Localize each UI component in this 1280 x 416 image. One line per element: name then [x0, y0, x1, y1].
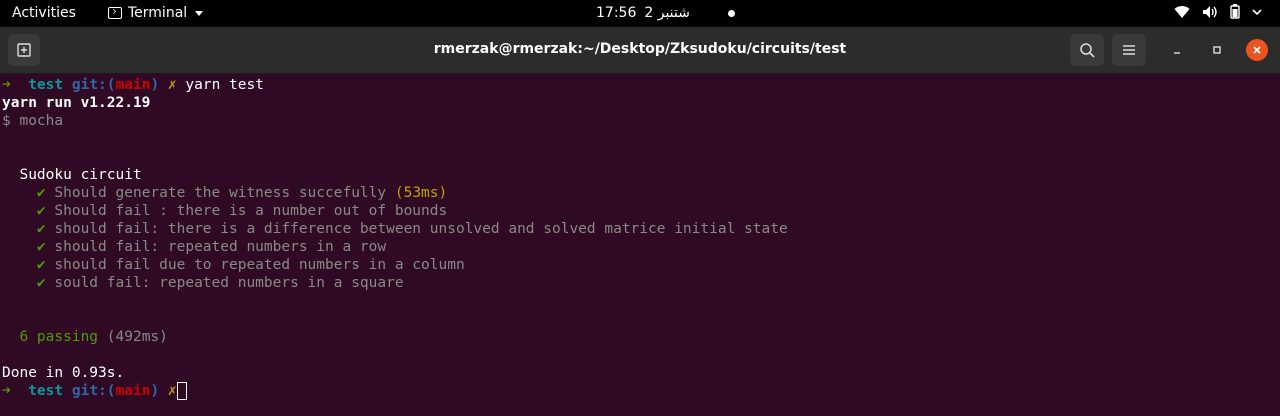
check-icon: ✔: [36, 221, 46, 237]
terminal-icon: [108, 7, 122, 19]
text-cursor: [176, 382, 187, 400]
menu-button[interactable]: [1112, 34, 1146, 66]
clock-date: 2 شتنبر: [644, 5, 690, 21]
git-close: ): [150, 383, 160, 399]
check-icon: ✔: [36, 185, 46, 201]
git-branch: main: [115, 383, 151, 399]
test-line: ✔ should fail due to repeated numbers in…: [2, 256, 465, 274]
test-line: ✔ should fail: there is a difference bet…: [2, 220, 788, 238]
test-title: Should generate the witness succefully: [54, 185, 387, 201]
test-title: sould fail: repeated numbers in a square: [54, 275, 404, 291]
app-name: Terminal: [128, 5, 188, 21]
volume-icon: [1202, 5, 1218, 25]
chevron-down-icon: [195, 10, 204, 16]
close-icon: [1253, 46, 1261, 54]
test-title: should fail due to repeated numbers in a…: [54, 257, 465, 273]
test-line: ✔ should fail: repeated numbers in a row: [2, 238, 386, 256]
maximize-icon: [1213, 46, 1221, 54]
run-command: $ mocha: [2, 113, 64, 129]
minimize-button[interactable]: [1166, 39, 1188, 61]
hamburger-icon: [1123, 45, 1135, 55]
prompt-arrow: ➜: [2, 383, 11, 399]
terminal-output[interactable]: ➜ test git:(main) ✗ yarn test yarn run v…: [0, 74, 1280, 406]
test-line: ✔ sould fail: repeated numbers in a squa…: [2, 274, 404, 292]
test-line: ✔ Should fail : there is a number out of…: [2, 202, 447, 220]
git-close: ): [150, 77, 160, 93]
power-chevron-down-icon: [1252, 5, 1262, 25]
search-icon: [1080, 43, 1095, 58]
passing-count: 6 passing: [19, 329, 99, 345]
close-button[interactable]: [1246, 39, 1268, 61]
git-branch: main: [115, 77, 151, 93]
status-menu[interactable]: [1174, 4, 1262, 25]
git-label: git:(: [71, 383, 116, 399]
test-title: should fail: repeated numbers in a row: [54, 239, 387, 255]
activities-button[interactable]: Activities: [12, 5, 76, 21]
system-top-bar: Activities Terminal 17:56 2 شتنبر: [0, 0, 1280, 27]
battery-icon: [1230, 4, 1240, 25]
maximize-button[interactable]: [1206, 39, 1228, 61]
command: yarn test: [185, 77, 264, 93]
done-line: Done in 0.93s.: [2, 365, 125, 381]
check-icon: ✔: [36, 257, 46, 273]
suite-title: Sudoku circuit: [2, 166, 142, 184]
test-line: ✔ Should generate the witness succefully…: [2, 184, 447, 202]
git-label: git:(: [71, 77, 116, 93]
test-title: should fail: there is a difference betwe…: [54, 221, 788, 237]
prompt-directory: test: [28, 383, 64, 399]
prompt-line: ➜ test git:(main) ✗ yarn test: [2, 76, 264, 94]
prompt-line: ➜ test git:(main) ✗: [2, 382, 187, 400]
passing-time: (492ms): [106, 329, 168, 345]
test-duration: (53ms): [394, 185, 448, 201]
check-icon: ✔: [36, 275, 46, 291]
app-menu[interactable]: Terminal: [108, 5, 204, 21]
passing-summary: 6 passing (492ms): [2, 328, 168, 346]
wifi-icon: [1174, 5, 1190, 25]
prompt-directory: test: [28, 77, 64, 93]
clock[interactable]: 17:56 2 شتنبر: [596, 5, 735, 21]
dirty-mark: ✗: [167, 383, 177, 399]
yarn-version: yarn run v1.22.19: [2, 95, 151, 111]
dirty-mark: ✗: [167, 77, 177, 93]
check-icon: ✔: [36, 203, 46, 219]
minimize-icon: [1174, 52, 1180, 54]
search-button[interactable]: [1070, 34, 1104, 66]
clock-time: 17:56: [596, 5, 637, 21]
prompt-arrow: ➜: [2, 77, 11, 93]
notification-dot-icon: [727, 9, 735, 17]
test-title: Should fail : there is a number out of b…: [54, 203, 448, 219]
terminal-header-bar: rmerzak@rmerzak:~/Desktop/Zksudoku/circu…: [0, 27, 1280, 74]
check-icon: ✔: [36, 239, 46, 255]
suite-name: Sudoku circuit: [19, 167, 142, 183]
